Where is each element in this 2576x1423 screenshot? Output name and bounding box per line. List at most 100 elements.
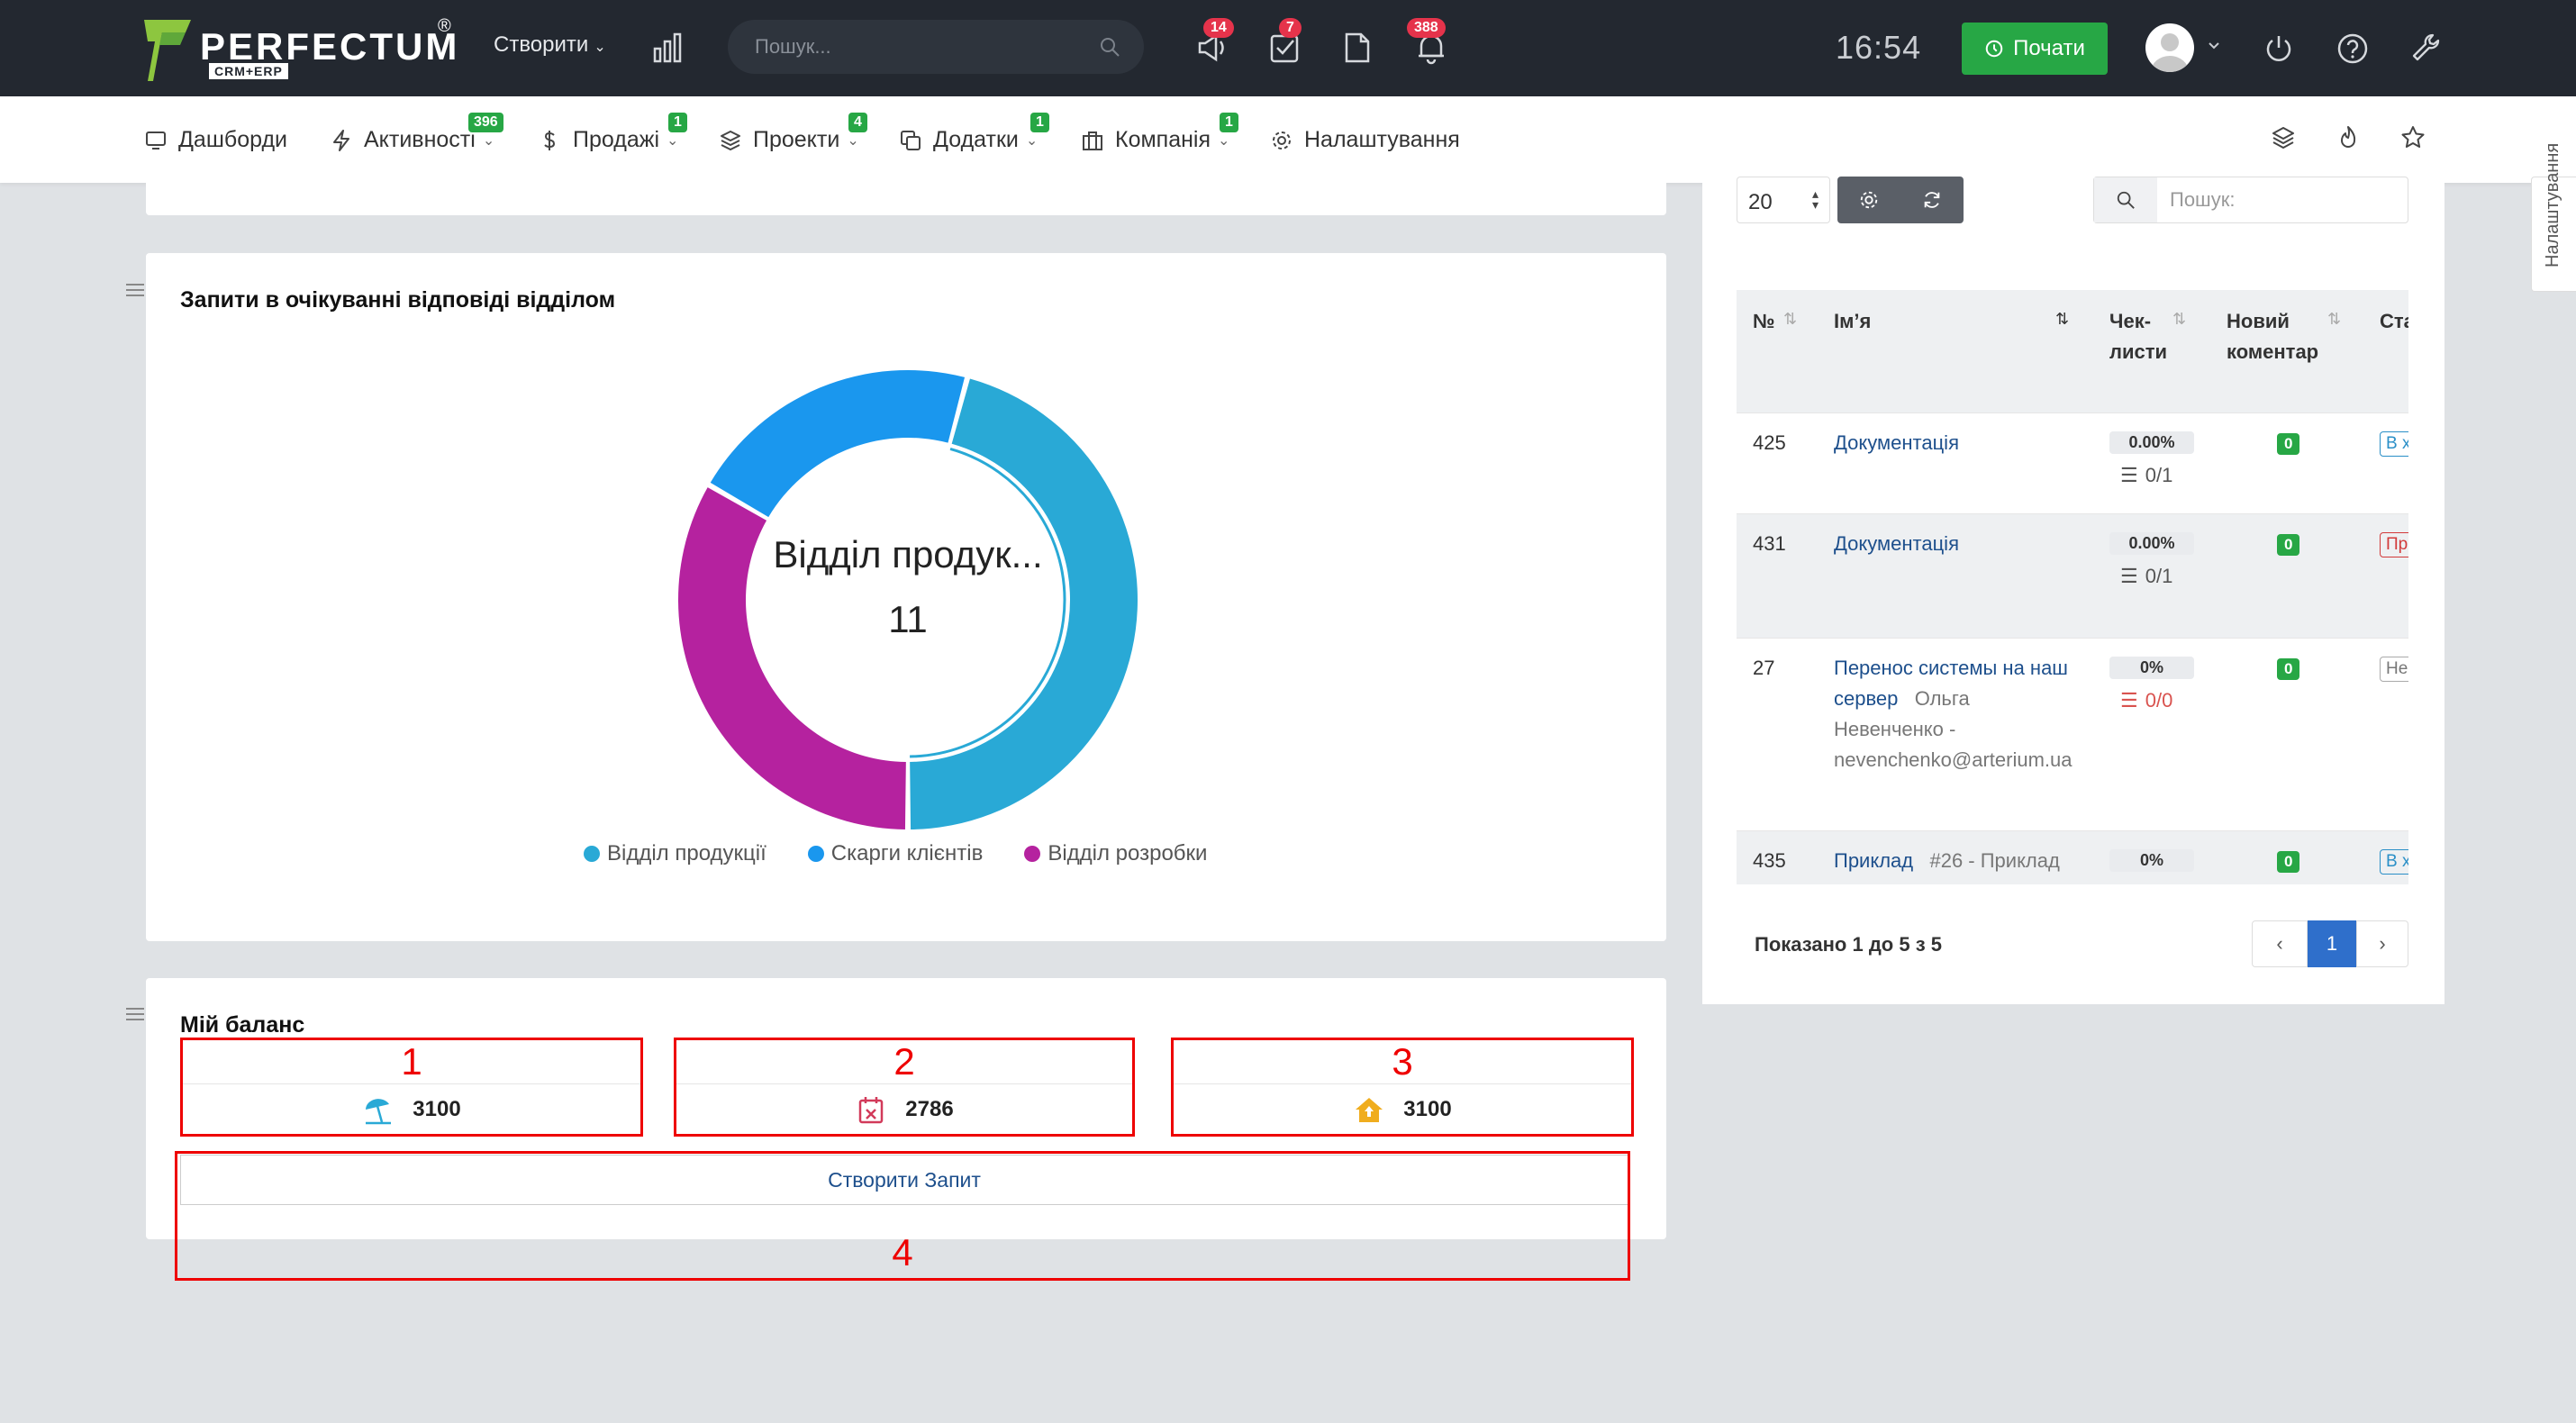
list-icon: ☰ <box>2120 689 2138 712</box>
sort-icon[interactable]: ⇅ <box>2327 310 2341 329</box>
table-settings-button[interactable] <box>1837 177 1900 223</box>
search-icon[interactable] <box>1099 36 1120 58</box>
sort-icon[interactable]: ⇅ <box>2172 310 2186 329</box>
chevron-down-icon: ⌄ <box>482 132 495 149</box>
page-number: 1 <box>2326 932 2338 955</box>
power-icon[interactable] <box>2261 31 2297 67</box>
col-checklists[interactable]: Чек-листи <box>2109 306 2167 367</box>
status-badge: В х <box>2380 849 2408 875</box>
top-bar: PERFECTUM ® CRM+ERP Створити ⌄ 14 7 <box>0 0 2576 96</box>
balance-item-vacation[interactable]: 1 3100 <box>180 1038 643 1137</box>
pagination-prev[interactable]: ‹ <box>2252 920 2308 967</box>
tasks-button[interactable]: 7 <box>1266 18 1304 67</box>
wrench-icon[interactable] <box>2408 31 2444 67</box>
legend-swatch <box>584 846 600 862</box>
drag-handle-icon[interactable] <box>126 1007 144 1021</box>
logo[interactable]: PERFECTUM ® CRM+ERP <box>144 16 459 85</box>
col-number[interactable]: № <box>1753 306 1775 337</box>
table-row[interactable]: 425 Документація 0.00% ☰ 0/1 0 В х <box>1737 412 2408 513</box>
logo-mark-icon <box>144 20 191 81</box>
comments-badge: 0 <box>2277 851 2300 873</box>
legend-item[interactable]: Відділ продукції <box>584 841 766 866</box>
legend-item[interactable]: Відділ розробки <box>1024 841 1207 866</box>
row-number: 431 <box>1753 532 1786 555</box>
pagination-page[interactable]: 1 <box>2308 920 2356 967</box>
sort-caret-icon: ▴ ▾ <box>1811 186 1819 212</box>
house-up-icon <box>1356 1097 1383 1122</box>
table-row[interactable]: 431 Документація 0.00% ☰ 0/1 0 Пр <box>1737 513 2408 638</box>
notifications-button[interactable]: 388 <box>1407 18 1450 67</box>
nav-item-settings[interactable]: Налаштування <box>1270 127 1460 153</box>
beach-umbrella-icon <box>366 1098 392 1124</box>
row-name-link[interactable]: сервер <box>1834 687 1898 710</box>
nav-item-label: Дашборди <box>178 127 287 152</box>
col-number-label: № <box>1753 310 1775 332</box>
global-search[interactable] <box>728 20 1144 74</box>
nav-item-sales[interactable]: Продажі ⌄ 1 <box>539 113 687 153</box>
sort-asc-icon[interactable]: ⇅ <box>2055 310 2069 329</box>
col-checklists-label-2: листи <box>2109 340 2168 363</box>
fire-icon[interactable] <box>2335 124 2362 151</box>
row-number: 435 <box>1753 849 1786 872</box>
row-name-link[interactable]: Перенос системы на наш <box>1834 657 2068 679</box>
col-new-comment[interactable]: Новий коментар <box>2227 306 2318 367</box>
start-timer-button[interactable]: Почати <box>1962 23 2108 75</box>
logo-registered: ® <box>438 16 451 36</box>
drag-handle-icon[interactable] <box>126 283 144 297</box>
table-refresh-button[interactable] <box>1900 177 1964 223</box>
table-search-input[interactable] <box>2170 188 2395 212</box>
donut-center-label: Відділ продук... <box>773 533 1043 576</box>
row-contact: Ольга <box>1914 687 1970 710</box>
status-badge: Пр <box>2380 532 2408 557</box>
chevron-left-icon: ‹ <box>2276 932 2283 955</box>
help-icon[interactable] <box>2335 31 2371 67</box>
addons-badge: 1 <box>1030 113 1049 132</box>
nav-item-addons[interactable]: Додатки ⌄ 1 <box>899 113 1049 153</box>
nav-item-projects[interactable]: Проекти ⌄ 4 <box>719 113 867 153</box>
layers-icon[interactable] <box>2270 124 2297 151</box>
table-row[interactable]: 435 Приклад #26 - Приклад 0% 0 В х <box>1737 830 2408 884</box>
checklist-count: ☰ 0/0 <box>2120 689 2172 712</box>
previous-widget-card <box>146 183 1666 215</box>
row-contact: Невенченко - <box>1834 718 1956 740</box>
nav-item-company[interactable]: Компанія ⌄ 1 <box>1081 113 1238 153</box>
announcements-button[interactable]: 14 <box>1194 18 1234 67</box>
nav-item-activities[interactable]: Активності ⌄ 396 <box>330 113 503 153</box>
row-name-cell: Перенос системы на наш сервер Ольга Неве… <box>1834 653 2095 775</box>
start-timer-label: Почати <box>2013 36 2085 60</box>
settings-side-tab[interactable]: Налаштування <box>2531 143 2576 292</box>
table-search[interactable] <box>2093 177 2408 223</box>
nav-item-dashboards[interactable]: Дашборди <box>144 127 287 153</box>
create-menu[interactable]: Створити ⌄ <box>494 32 606 58</box>
col-status[interactable]: Ста <box>2380 306 2408 337</box>
col-name[interactable]: Ім’я <box>1834 306 1871 337</box>
legend-item[interactable]: Скарги клієнтів <box>807 841 984 866</box>
chevron-down-icon[interactable] <box>2207 38 2221 52</box>
sort-icon[interactable]: ⇅ <box>1783 310 1797 329</box>
row-name-link[interactable]: Документація <box>1834 529 1959 559</box>
row-name-link[interactable]: Документація <box>1834 428 1959 458</box>
donut-slice-1[interactable] <box>710 370 966 518</box>
lightning-icon <box>333 129 349 151</box>
projects-badge: 4 <box>848 113 867 132</box>
activities-badge: 396 <box>468 113 503 132</box>
progress-percent: 0% <box>2109 657 2194 679</box>
comments-badge: 0 <box>2277 534 2300 556</box>
table-row[interactable]: 27 Перенос системы на наш сервер Ольга Н… <box>1737 638 2408 830</box>
search-icon <box>2117 191 2135 209</box>
row-name-link[interactable]: Приклад <box>1834 849 1913 872</box>
comments-badge: 0 <box>2277 433 2300 455</box>
legend-label: Скарги клієнтів <box>830 841 984 866</box>
pagination-next[interactable]: › <box>2356 920 2408 967</box>
star-icon[interactable] <box>2399 124 2426 151</box>
tasks-badge: 7 <box>1279 18 1302 38</box>
gear-icon <box>1273 131 1291 150</box>
page-length-select[interactable]: 20 ▴ ▾ <box>1737 177 1830 223</box>
notes-button[interactable] <box>1338 29 1376 67</box>
avatar[interactable] <box>2145 23 2194 72</box>
balance-item-sick-leave[interactable]: 2 2786 <box>674 1038 1135 1137</box>
reports-chart-icon[interactable] <box>652 32 683 63</box>
global-search-input[interactable] <box>755 32 1079 61</box>
logo-subtitle: CRM+ERP <box>209 63 288 79</box>
balance-item-remote[interactable]: 3 3100 <box>1171 1038 1634 1137</box>
